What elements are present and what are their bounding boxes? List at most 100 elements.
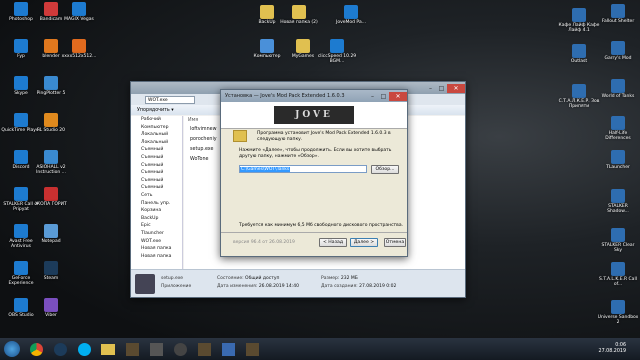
- installer-maximize-button[interactable]: □: [378, 92, 389, 101]
- desktop-icon[interactable]: Half-Life Differences: [597, 116, 639, 141]
- install-path-input[interactable]: C:\Games\WOT\Tanks: [239, 165, 367, 173]
- desktop-icon-label: STALKER Clear Sky: [601, 243, 635, 253]
- app-icon: [296, 39, 310, 53]
- taskbar-steam-icon[interactable]: [49, 340, 71, 358]
- taskbar-skype-icon[interactable]: [73, 340, 95, 358]
- desktop-icon[interactable]: Fallout Shelter: [597, 4, 639, 24]
- app-icon: [260, 39, 274, 53]
- nav-item[interactable]: Локальный: [131, 131, 182, 139]
- installer-dialog: Установка — Jove's Mod Pack Extended 1.6…: [220, 89, 408, 257]
- taskbar-wot2-icon[interactable]: [193, 340, 215, 358]
- wot-file-icon: [135, 274, 155, 294]
- desktop-icon[interactable]: С.Т.А.Л.К.Е.Р. Зов Припяти: [558, 84, 600, 109]
- taskbar-app2-icon[interactable]: [217, 340, 239, 358]
- cancel-button[interactable]: Отмена: [384, 238, 406, 247]
- app-icon: [72, 39, 86, 53]
- desktop-icon[interactable]: MAGIX Vegas: [58, 2, 100, 22]
- installer-titlebar: Установка — Jove's Mod Pack Extended 1.6…: [221, 90, 407, 102]
- back-button[interactable]: < Назад: [319, 238, 347, 247]
- nav-item[interactable]: Съемный: [131, 177, 182, 185]
- app-icon: [611, 79, 625, 93]
- nav-item[interactable]: Съемный: [131, 154, 182, 162]
- installer-close-button[interactable]: ✕: [389, 91, 407, 101]
- nav-item[interactable]: Съемный: [131, 162, 182, 170]
- nav-item[interactable]: Панель упр.: [131, 200, 182, 208]
- app-icon: [344, 5, 358, 19]
- desktop-icon[interactable]: Viber: [30, 298, 72, 318]
- nav-item[interactable]: Рабочий: [131, 116, 182, 124]
- nav-item[interactable]: BackUp: [131, 215, 182, 223]
- browse-button[interactable]: Обзор...: [371, 165, 399, 174]
- clock-date: 27.08.2019: [598, 349, 626, 354]
- desktop-icon[interactable]: ASIOHALL v2 Instruction ...: [30, 150, 72, 175]
- desktop-icon[interactable]: STALKER Clear Sky: [597, 228, 639, 253]
- desktop-icon[interactable]: Notepad: [30, 224, 72, 244]
- desktop-icon-label: S.T.A.L.K.E.R Call of...: [599, 277, 637, 287]
- installer-minimize-button[interactable]: –: [367, 92, 378, 101]
- taskbar-chrome-icon[interactable]: [25, 340, 47, 358]
- app-icon: [14, 76, 28, 90]
- details-modified-value: 26.08.2019 14:40: [258, 284, 299, 289]
- next-button[interactable]: Далее >: [350, 238, 378, 247]
- app-icon: [572, 84, 586, 98]
- desktop-icon[interactable]: World of Tanks: [597, 79, 639, 99]
- desktop-icon[interactable]: Garry's Mod: [597, 41, 639, 61]
- taskbar-clock[interactable]: 0:06 27.08.2019: [599, 343, 640, 355]
- close-button[interactable]: ✕: [447, 83, 465, 93]
- app-icon: [611, 189, 625, 203]
- nav-item[interactable]: Tlauncher: [131, 230, 182, 238]
- nav-item[interactable]: Корзина: [131, 207, 182, 215]
- nav-item[interactable]: WOT.exe: [131, 238, 182, 246]
- taskbar-wot-icon[interactable]: [121, 340, 143, 358]
- minimize-button[interactable]: –: [425, 84, 436, 93]
- taskbar-explorer-icon[interactable]: [97, 340, 119, 358]
- app-icon: [72, 2, 86, 16]
- nav-item[interactable]: Съемный: [131, 184, 182, 192]
- desktop-icon[interactable]: STALKER Shadow...: [597, 189, 639, 214]
- nav-item[interactable]: Съемный: [131, 146, 182, 154]
- details-state-value: Общий доступ: [245, 276, 280, 281]
- app-icon: [44, 224, 58, 238]
- desktop-icon[interactable]: Steam: [30, 261, 72, 281]
- taskbar: 0:06 27.08.2019: [0, 338, 640, 360]
- organize-button[interactable]: Упорядочить ▾: [137, 108, 174, 113]
- app-icon: [44, 2, 58, 16]
- desktop-icon[interactable]: xxxx512x512...: [58, 39, 100, 59]
- maximize-button[interactable]: □: [436, 84, 447, 93]
- desktop-icon[interactable]: FL Studio 20: [30, 113, 72, 133]
- desktop-icon-label: ЖОПА ГОРИТ: [35, 202, 67, 207]
- desktop-icon[interactable]: PingPlotter 5: [30, 76, 72, 96]
- desktop-icon[interactable]: Universe Sandbox 2: [597, 300, 639, 325]
- desktop-icon-label: STALKER Shadow...: [607, 204, 629, 214]
- desktop-icon-label: Fallout Shelter: [601, 19, 635, 24]
- desktop-icon[interactable]: Новая папка (2): [278, 5, 320, 25]
- taskbar-wot3-icon[interactable]: [241, 340, 263, 358]
- nav-item[interactable]: Новая папка: [131, 253, 182, 261]
- desktop-icon-label: Half-Life Differences: [605, 131, 631, 141]
- desktop-icon[interactable]: Кафе Лайф Кафе Лайф 4.1: [558, 8, 600, 33]
- desktop-icon[interactable]: ЖОПА ГОРИТ: [30, 187, 72, 207]
- taskbar-photo-icon[interactable]: [145, 340, 167, 358]
- nav-item[interactable]: Epic: [131, 222, 182, 230]
- desktop-icon[interactable]: TLauncher: [597, 150, 639, 170]
- details-size-label: Размер:: [321, 276, 340, 281]
- desktop-icon[interactable]: Outlast: [558, 44, 600, 64]
- nav-item[interactable]: Сеть: [131, 192, 182, 200]
- nav-item[interactable]: Новая папка: [131, 245, 182, 253]
- app-icon: [44, 76, 58, 90]
- desktop-icon[interactable]: JoveMod Pa...: [330, 5, 372, 25]
- nav-item[interactable]: Съемный: [131, 169, 182, 177]
- address-field[interactable]: WOT.exe: [145, 95, 195, 104]
- installer-banner: JOVE: [221, 102, 407, 129]
- start-button[interactable]: [1, 340, 23, 358]
- nav-item[interactable]: Компьютер: [131, 124, 182, 132]
- desktop-icon[interactable]: cliccSpeed 10.29 BGM...: [316, 39, 358, 64]
- app-icon: [611, 4, 625, 18]
- app-icon: [44, 261, 58, 275]
- taskbar-app-icon[interactable]: [169, 340, 191, 358]
- nav-item[interactable]: Локальный: [131, 139, 182, 147]
- desktop-icon[interactable]: S.T.A.L.K.E.R Call of...: [597, 262, 639, 287]
- app-icon: [611, 41, 625, 55]
- app-icon: [572, 44, 586, 58]
- app-icon: [14, 298, 28, 312]
